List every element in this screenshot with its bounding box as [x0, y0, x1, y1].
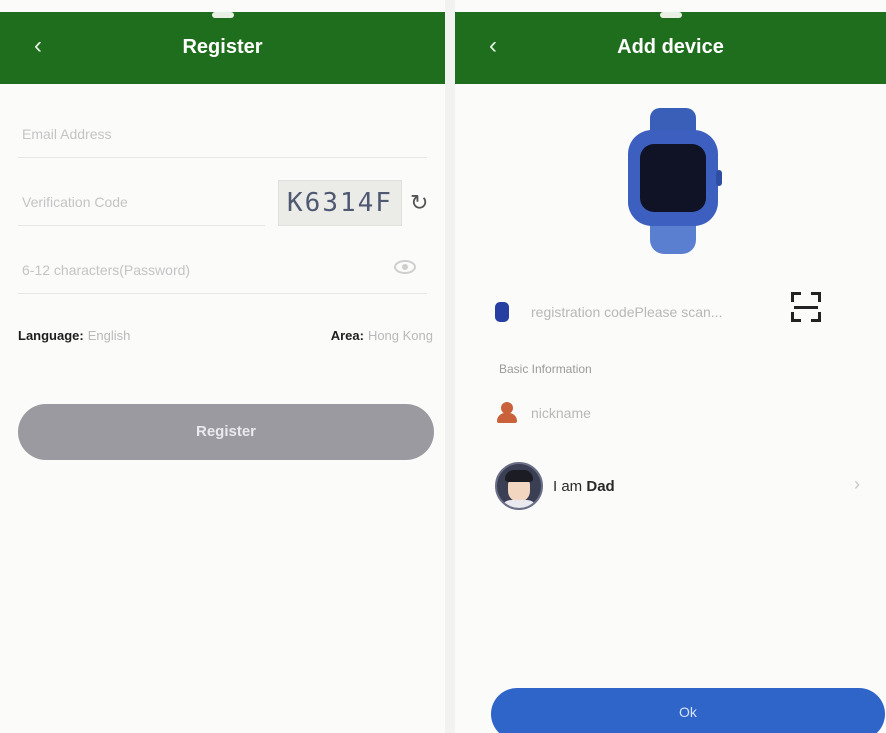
area-value: Hong Kong [367, 328, 433, 343]
relationship-prefix: I am [553, 478, 583, 495]
watch-case [628, 130, 722, 226]
nickname-field[interactable]: nickname [491, 396, 868, 430]
password-placeholder: 6-12 characters(Password) [22, 262, 191, 278]
register-button[interactable]: Register [18, 404, 434, 460]
status-notch [659, 12, 682, 18]
nickname-placeholder: nickname [531, 405, 591, 421]
refresh-icon[interactable]: ↻ [410, 190, 428, 216]
person-icon [497, 402, 517, 424]
register-header: ‹ Register [0, 12, 445, 84]
captcha-image[interactable]: K6314F [278, 180, 402, 226]
area-selector[interactable]: Area: Hong Kong [331, 328, 433, 343]
add-device-header: ‹ Add device [455, 12, 886, 84]
ok-button[interactable]: Ok [491, 688, 885, 733]
smartwatch-icon [628, 108, 722, 254]
eye-icon[interactable] [394, 260, 416, 274]
register-title: Register [182, 36, 263, 58]
password-field[interactable]: 6-12 characters(Password) [18, 248, 427, 294]
registration-placeholder: registration codePlease scan... [531, 304, 723, 320]
language-area-row: Language: English Area: Hong Kong [18, 328, 433, 348]
watch-side-button [716, 170, 722, 186]
scan-icon[interactable] [791, 292, 821, 322]
register-screen: ‹ Register Email Address Verification Co… [0, 0, 445, 733]
email-placeholder: Email Address [22, 126, 112, 142]
watch-screen [640, 144, 706, 212]
area-label: Area: [330, 328, 364, 343]
dad-avatar [495, 462, 543, 510]
add-device-title: Add device [617, 36, 724, 58]
add-device-screen: ‹ Add device registration codePlease sca… [455, 0, 886, 733]
relationship-selector[interactable]: I am Dad › [491, 460, 868, 516]
chevron-right-icon: › [854, 474, 860, 494]
language-value: English [87, 328, 131, 343]
status-notch [211, 12, 234, 18]
device-icon [495, 302, 509, 322]
basic-information-label: Basic Information [499, 362, 592, 376]
relationship-text: I am Dad [553, 478, 615, 495]
relationship-value: Dad [586, 478, 615, 495]
language-selector[interactable]: Language: English [18, 328, 130, 343]
language-label: Language: [18, 328, 84, 343]
email-field[interactable]: Email Address [18, 112, 427, 158]
verification-code-field[interactable]: Verification Code [18, 180, 265, 226]
verification-placeholder: Verification Code [22, 194, 128, 210]
